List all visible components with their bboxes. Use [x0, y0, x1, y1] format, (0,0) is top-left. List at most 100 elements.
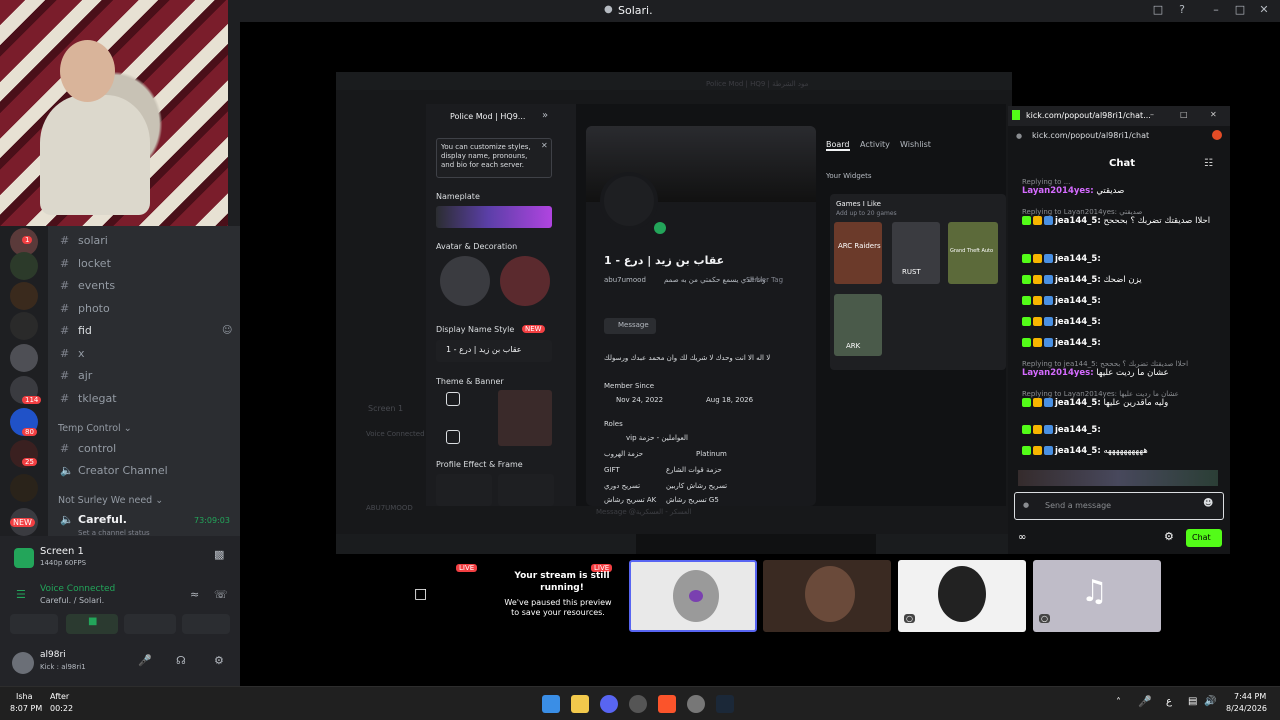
add-member-icon[interactable]: ☺ [222, 325, 232, 336]
noise-suppression-icon[interactable]: ≈ [190, 588, 199, 601]
maximize-icon[interactable]: □ [1232, 3, 1248, 16]
webcam-person-body [40, 95, 150, 215]
tab-wishlist[interactable]: Wishlist [900, 140, 931, 149]
theme-color-2[interactable] [446, 430, 460, 444]
steam-icon[interactable] [716, 695, 734, 713]
channel-tklegat[interactable]: # tklegat [60, 392, 117, 405]
nameplate-preview[interactable] [436, 206, 552, 228]
role-pill: GIFT [604, 466, 620, 474]
network-icon[interactable]: ▤ [1188, 696, 1197, 707]
server-icon[interactable] [10, 474, 38, 502]
camera-off-button[interactable] [10, 614, 58, 634]
display-name-input[interactable]: عقاب بن زيد | درع - 1 [436, 340, 552, 362]
clock-time[interactable]: 7:44 PM [1234, 692, 1266, 701]
message-button[interactable]: Message [604, 318, 656, 334]
obs-icon[interactable] [629, 695, 647, 713]
hash-icon: # [60, 234, 70, 247]
volume-icon[interactable]: 🔊 [1204, 696, 1216, 707]
category-not-surley[interactable]: Not Surley We need ⌄ [58, 495, 163, 506]
channel-fid[interactable]: # fid [60, 324, 92, 337]
game-tile[interactable]: RUST [892, 222, 940, 284]
category-temp-control[interactable]: Temp Control ⌄ [58, 423, 132, 434]
game-tile[interactable]: ARC Raiders [834, 222, 882, 284]
stream-preview[interactable]: LIVE □ [358, 560, 486, 632]
stream-paused-preview[interactable]: LIVE Your stream is still running! We've… [493, 560, 621, 632]
chat-send-button[interactable]: Chat [1186, 529, 1222, 547]
tab-board[interactable]: Board [826, 140, 850, 151]
minimize-icon[interactable]: – [1208, 3, 1224, 16]
server-icon[interactable] [10, 344, 38, 372]
points-icon[interactable]: ∞ [1018, 532, 1026, 543]
chat-message: Replying to Layan2014yes: عشان ما رديت ع… [1022, 390, 1179, 408]
chat-settings-icon[interactable]: ⚙ [1164, 530, 1174, 543]
minimize-icon[interactable]: – [1150, 110, 1154, 119]
voice-channel-creator[interactable]: 🔈 Creator Channel [60, 464, 168, 477]
channel-ajr[interactable]: # ajr [60, 369, 92, 382]
server-name[interactable]: Police Mod | HQ9... [450, 112, 525, 121]
settings-icon[interactable]: ⚙ [214, 654, 224, 667]
maximize-icon[interactable]: □ [1180, 110, 1188, 119]
collapse-icon[interactable]: » [542, 110, 548, 121]
game-tile[interactable]: Grand Theft Auto [948, 222, 998, 284]
tab-activity[interactable]: Activity [860, 140, 890, 149]
participant-tile[interactable] [629, 560, 757, 632]
extension-icon[interactable] [1212, 130, 1222, 140]
app-icon[interactable] [687, 695, 705, 713]
avatar[interactable] [12, 652, 34, 674]
inbox-icon[interactable]: □ [1150, 3, 1166, 16]
microphone-icon[interactable]: 🎤 [138, 654, 152, 667]
channel-photo[interactable]: # photo [60, 302, 110, 315]
lock-icon: ● [1016, 132, 1023, 140]
chevron-up-icon[interactable]: ˄ [1116, 697, 1121, 708]
frame-add-button[interactable] [498, 474, 554, 506]
channel-x[interactable]: # x [60, 347, 85, 360]
decoration-preview[interactable] [500, 256, 550, 306]
channel-solari[interactable]: # solari [60, 234, 108, 247]
emoji-icon[interactable]: ☻ [1203, 498, 1213, 509]
theme-color-1[interactable] [446, 392, 460, 406]
clock-date[interactable]: 8/24/2026 [1226, 704, 1267, 713]
channel-locket[interactable]: # locket [60, 257, 111, 270]
soundboard-button[interactable] [182, 614, 230, 634]
voice-status[interactable]: Voice Connected [40, 584, 115, 594]
server-icon[interactable] [10, 282, 38, 310]
server-icon[interactable] [10, 252, 38, 280]
your-widgets-label: Your Widgets [826, 172, 872, 180]
role-pill: حزمة قوات الشارع [666, 466, 722, 474]
game-tile[interactable]: ARK [834, 294, 882, 356]
effect-add-button[interactable] [436, 474, 492, 506]
close-icon[interactable]: ✕ [1210, 110, 1217, 119]
voice-channel-careful[interactable]: 🔈 Careful. [60, 513, 127, 526]
participant-tile[interactable] [763, 560, 891, 632]
role-pill: حزمة الهروب [604, 450, 644, 458]
voice-channel-control[interactable]: # control [60, 442, 116, 455]
tooltip-close-icon[interactable]: ✕ [541, 141, 548, 150]
voice-location: Careful. / Solari. [40, 596, 105, 605]
headphones-icon[interactable]: ☊ [176, 654, 186, 667]
chat-message: jea144_5: [1022, 317, 1101, 327]
start-icon[interactable] [542, 695, 560, 713]
participant-tile[interactable]: ○ [898, 560, 1026, 632]
server-badge: 114 [22, 396, 42, 404]
server-icon[interactable] [10, 312, 38, 340]
stop-share-icon[interactable]: ▩ [214, 548, 224, 561]
avatar-preview[interactable] [440, 256, 490, 306]
users-icon[interactable]: ☷ [1204, 158, 1213, 169]
discord-icon[interactable] [600, 695, 618, 713]
channel-events[interactable]: # events [60, 279, 115, 292]
signal-icon: ☰ [16, 588, 26, 601]
games-subtitle: Add up to 20 games [836, 210, 897, 217]
activity-button[interactable] [124, 614, 176, 634]
disconnect-icon[interactable]: ☏ [214, 588, 228, 601]
role-pill: تسريح رشاش AK [604, 496, 657, 504]
chat-input[interactable]: ● Send a message ☻ [1014, 492, 1224, 520]
brave-icon[interactable] [658, 695, 676, 713]
language-indicator[interactable]: ع [1166, 696, 1172, 707]
banner-preview[interactable] [498, 390, 552, 446]
microphone-icon[interactable]: 🎤 [1138, 695, 1152, 708]
file-explorer-icon[interactable] [571, 695, 589, 713]
participant-tile[interactable]: ♫ ○ [1033, 560, 1161, 632]
close-icon[interactable]: ✕ [1256, 3, 1272, 16]
screen-title: Screen 1 [40, 546, 84, 557]
help-icon[interactable]: ? [1174, 3, 1190, 16]
